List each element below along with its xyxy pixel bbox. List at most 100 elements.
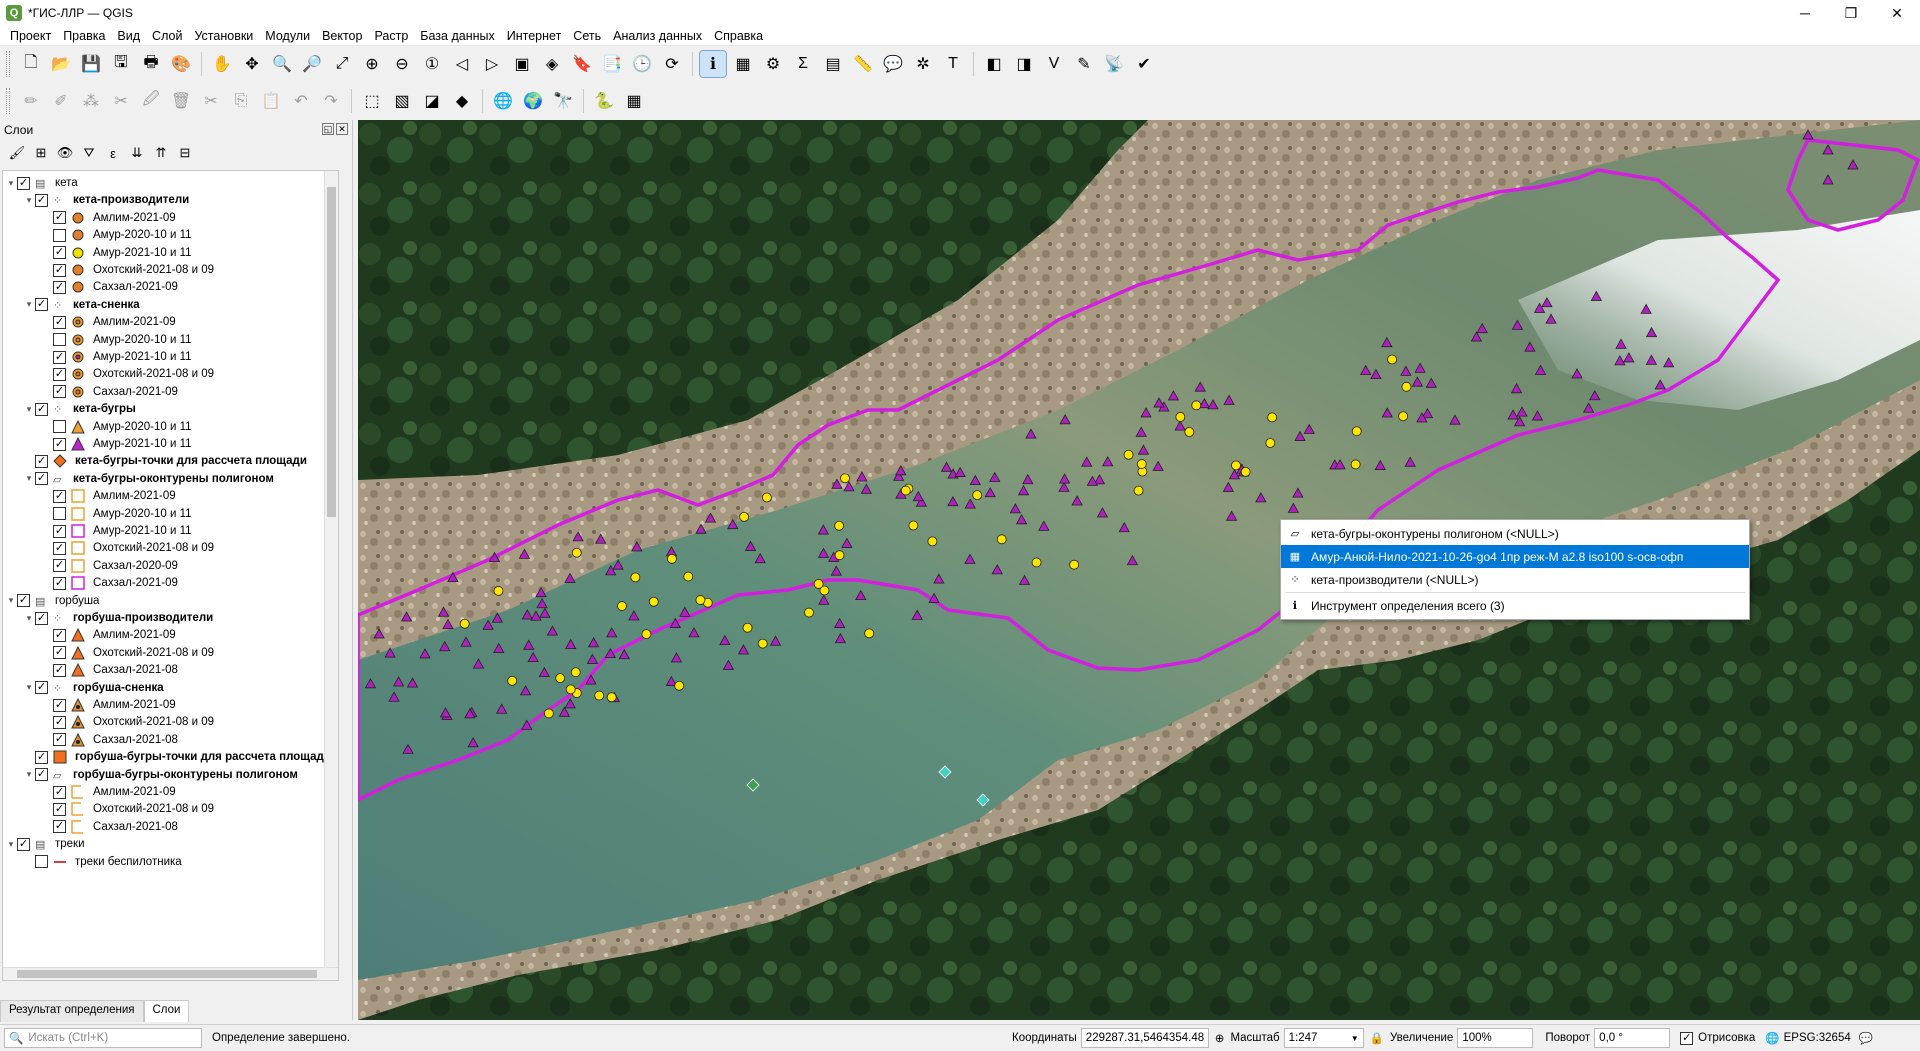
layer-visibility-checkbox[interactable]: ✓ <box>35 681 48 695</box>
python-icon[interactable]: 🐍 <box>591 88 617 114</box>
expand-toggle-icon[interactable]: ▾ <box>23 473 35 484</box>
zoom-native-icon[interactable]: ① <box>419 51 445 77</box>
layer-visibility-checkbox[interactable]: ✓ <box>35 750 48 764</box>
layer-visibility-checkbox[interactable]: ✓ <box>35 611 48 625</box>
expand-toggle-icon[interactable]: ▾ <box>23 682 35 693</box>
grid-plugin-icon[interactable]: ▦ <box>621 88 647 114</box>
layer-tree-row[interactable]: ▾ ✓ ▤ треки <box>5 835 85 853</box>
toggle-extents-icon[interactable]: ⊕ <box>1215 1031 1225 1045</box>
layer-tree-row[interactable]: ▾ ✓ ⁘ горбуша-сненка <box>23 679 164 697</box>
layer-tree-row[interactable]: ▾ ✓ ⁘ кета-производители <box>23 191 189 209</box>
menu-view[interactable]: Вид <box>111 29 146 43</box>
digitize-add-2-icon[interactable]: ◨ <box>1011 51 1037 77</box>
lock-scale-icon[interactable]: 🔒 <box>1370 1031 1384 1045</box>
label-icon[interactable]: ◆ <box>449 88 475 114</box>
crs-button[interactable]: EPSG:32654 <box>1784 1032 1851 1044</box>
delete-icon[interactable]: 🗑 <box>168 88 194 114</box>
paste-icon[interactable]: 📋 <box>258 88 284 114</box>
layer-tree-row[interactable]: ▾ ✓ ▱ горбуша-бугры-оконтурены полигоном <box>23 766 298 784</box>
layer-visibility-checkbox[interactable]: ✓ <box>53 646 66 660</box>
layer-tree-row[interactable]: ✓ Амлим-2021-09 <box>41 626 176 644</box>
layer-tree-row[interactable]: ✓ горбуша-бугры-точки для рассчета площад… <box>23 748 331 766</box>
zoom-selection-icon[interactable]: ⊕ <box>359 51 385 77</box>
save-edits-icon[interactable]: 🖉 <box>138 88 164 114</box>
layer-visibility-checkbox[interactable]: ✓ <box>53 246 66 260</box>
redo-icon[interactable]: ↷ <box>318 88 344 114</box>
layer-visibility-checkbox[interactable]: ✓ <box>53 628 66 642</box>
layer-tree-row[interactable]: ▾ ✓ ⁘ кета-бугры <box>23 400 136 418</box>
layer-visibility-checkbox[interactable]: ✓ <box>53 489 66 503</box>
menu-web[interactable]: Интернет <box>501 29 568 43</box>
layer-tree-row[interactable]: ✓ Сахзал-2021-09 <box>41 574 178 592</box>
layer-tree-row[interactable]: ✓ Амур-2021-10 и 11 <box>41 522 192 540</box>
vertex-tool-icon[interactable]: V <box>1041 51 1067 77</box>
expand-toggle-icon[interactable]: ▾ <box>23 299 35 310</box>
layer-visibility-checkbox[interactable] <box>53 507 66 521</box>
context-menu-item[interactable]: ℹ Инструмент определения всего (3) <box>1281 594 1749 617</box>
menu-processing[interactable]: Анализ данных <box>607 29 708 43</box>
layer-tree-row[interactable]: ✓ Сахзал-2020-09 <box>41 557 178 575</box>
coordinate-field[interactable]: 229287.31,5464354.48 <box>1080 1028 1209 1048</box>
layer-visibility-checkbox[interactable]: ✓ <box>53 802 66 816</box>
pan-to-selection-icon[interactable]: ✥ <box>239 51 265 77</box>
filter-legend-icon[interactable]: ⛛ <box>78 143 100 163</box>
layer-visibility-checkbox[interactable]: ✓ <box>53 437 66 451</box>
menu-raster[interactable]: Растр <box>368 29 414 43</box>
layer-visibility-checkbox[interactable]: ✓ <box>17 594 30 608</box>
layer-tree-row[interactable]: ✓ Сахзал-2021-09 <box>41 278 178 296</box>
measure-icon[interactable]: 📏 <box>850 51 876 77</box>
layer-tree-row[interactable]: Амур-2020-10 и 11 <box>41 418 192 436</box>
layer-tree-row[interactable]: ✓ Охотский-2021-08 и 09 <box>41 539 214 557</box>
scale-combobox[interactable]: 1:247 ▼ <box>1283 1028 1364 1048</box>
menu-project[interactable]: Проект <box>4 29 57 43</box>
new-map-view-icon[interactable]: ▣ <box>509 51 535 77</box>
menu-help[interactable]: Справка <box>708 29 769 43</box>
add-group-icon[interactable]: ⊞ <box>30 143 52 163</box>
menu-vector[interactable]: Вектор <box>316 29 368 43</box>
layer-tree-row[interactable]: ✓ Амлим-2021-09 <box>41 783 176 801</box>
select-rect-icon[interactable]: ⬚ <box>359 88 385 114</box>
layer-visibility-checkbox[interactable]: ✓ <box>53 263 66 277</box>
layer-tree-row[interactable]: ▾ ✓ ⁘ кета-сненка <box>23 296 140 314</box>
save-as-icon[interactable]: 🖫 <box>108 51 134 77</box>
layer-visibility-checkbox[interactable]: ✓ <box>53 315 66 329</box>
print-layout-icon[interactable]: 🖶 <box>138 51 164 77</box>
layer-visibility-checkbox[interactable]: ✓ <box>35 472 48 486</box>
digitize-add-icon[interactable]: ◧ <box>981 51 1007 77</box>
context-menu-item[interactable]: ▱ кета-бугры-оконтурены полигоном (<NULL>… <box>1281 522 1749 545</box>
open-project-icon[interactable]: 📂 <box>48 51 74 77</box>
expand-toggle-icon[interactable]: ▾ <box>5 178 17 189</box>
zoom-in-icon[interactable]: 🔍 <box>269 51 295 77</box>
toolbar-grip[interactable] <box>6 88 10 114</box>
settings-gear-icon[interactable]: ⚙ <box>760 51 786 77</box>
menu-settings[interactable]: Установки <box>188 29 259 43</box>
layer-visibility-checkbox[interactable]: ✓ <box>53 350 66 364</box>
globe-search-icon[interactable]: 🔭 <box>550 88 576 114</box>
layer-tree-row[interactable]: ✓ Амлим-2021-09 <box>41 313 176 331</box>
layer-visibility-checkbox[interactable] <box>53 420 66 434</box>
crs-globe-icon[interactable]: 🌐 <box>1765 1031 1779 1045</box>
messages-icon[interactable]: 💬 <box>1859 1031 1873 1045</box>
copy-icon[interactable]: ⎘ <box>228 88 254 114</box>
layer-visibility-checkbox[interactable]: ✓ <box>35 193 48 207</box>
layer-tree-row[interactable]: ✓ Амур-2021-10 и 11 <box>41 348 192 366</box>
expand-toggle-icon[interactable]: ▾ <box>5 595 17 606</box>
spatial-bookmark-icon[interactable]: ✲ <box>910 51 936 77</box>
close-panel-icon[interactable]: ✕ <box>336 123 348 135</box>
collapse-all-icon[interactable]: ⇈ <box>150 143 172 163</box>
rotation-spinbox[interactable]: 0,0 ° <box>1594 1028 1671 1048</box>
layer-visibility-checkbox[interactable]: ✓ <box>53 524 66 538</box>
select-invert-icon[interactable]: ◪ <box>419 88 445 114</box>
menu-plugins[interactable]: Модули <box>259 29 316 43</box>
layer-style-icon[interactable]: 🖌 <box>6 143 28 163</box>
layer-tree-row[interactable]: ✓ Сахзал-2021-08 <box>41 731 178 749</box>
layer-tree-row[interactable]: ✓ Амлим-2021-09 <box>41 209 176 227</box>
georef-icon[interactable]: ✔ <box>1131 51 1157 77</box>
layer-tree-row[interactable]: Амур-2020-10 и 11 <box>41 331 192 349</box>
layer-visibility-checkbox[interactable]: ✓ <box>53 715 66 729</box>
menu-edit[interactable]: Правка <box>57 29 111 43</box>
gps-icon[interactable]: 📡 <box>1101 51 1127 77</box>
expand-toggle-icon[interactable]: ▾ <box>5 839 17 850</box>
wms-icon[interactable]: 🌐 <box>490 88 516 114</box>
layer-tree-row[interactable]: ✓ Амлим-2021-09 <box>41 487 176 505</box>
